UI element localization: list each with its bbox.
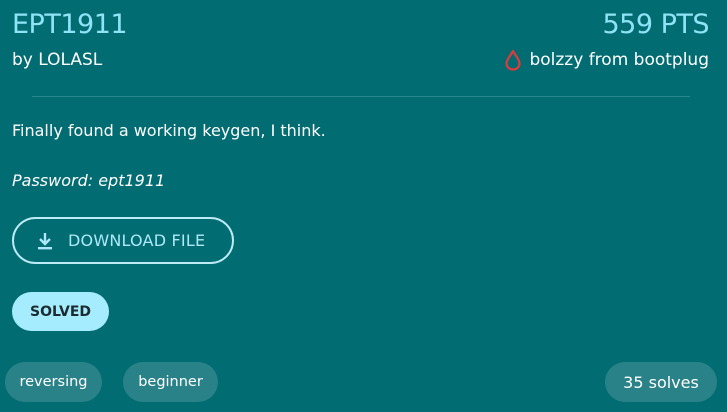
first-blood-label: bolzzy from bootplug <box>529 50 709 70</box>
divider <box>32 96 690 97</box>
download-file-button[interactable]: DOWNLOAD FILE <box>12 217 234 264</box>
solves-count[interactable]: 35 solves <box>605 362 717 402</box>
tag-reversing[interactable]: reversing <box>5 362 102 402</box>
challenge-author: by LOLASL <box>12 50 103 70</box>
challenge-password: Password: ept1911 <box>12 171 166 190</box>
solved-badge: SOLVED <box>12 292 109 331</box>
download-file-label: DOWNLOAD FILE <box>68 231 206 250</box>
download-icon <box>37 232 53 250</box>
challenge-description: Finally found a working keygen, I think. <box>12 121 326 140</box>
blood-drop-icon <box>504 49 522 71</box>
challenge-card: EPT1911 559 PTS by LOLASL bolzzy from bo… <box>0 0 727 412</box>
challenge-points: 559 PTS <box>602 9 709 40</box>
challenge-title: EPT1911 <box>12 9 128 40</box>
first-blood: bolzzy from bootplug <box>504 49 709 71</box>
tag-beginner[interactable]: beginner <box>123 362 218 402</box>
